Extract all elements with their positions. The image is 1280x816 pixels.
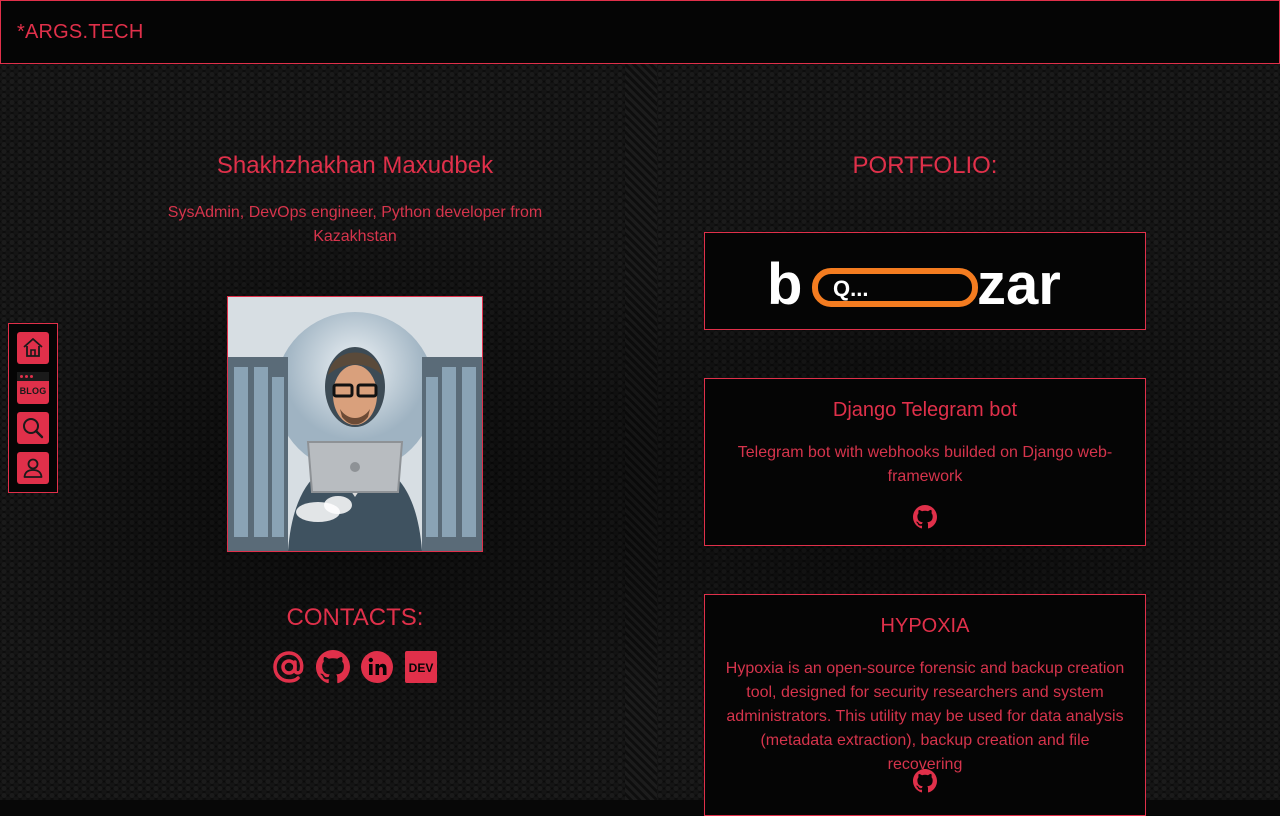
svg-text:Q...: Q... — [833, 276, 868, 301]
top-bar: *ARGS.TECH — [0, 0, 1280, 64]
github-icon — [913, 505, 937, 529]
user-icon — [23, 458, 43, 478]
search-button[interactable] — [17, 412, 49, 444]
home-button[interactable] — [17, 332, 49, 364]
blog-icon — [17, 372, 49, 381]
linkedin-link[interactable] — [359, 649, 395, 685]
github-icon — [316, 650, 350, 684]
project-description: Hypoxia is an open-source forensic and b… — [725, 660, 1125, 773]
home-icon — [23, 338, 43, 357]
search-icon — [23, 418, 44, 439]
project-card-bazar[interactable]: b Q... zar — [704, 232, 1146, 330]
contact-links: DEV — [271, 649, 441, 685]
project-description: Telegram bot with webhooks builded on Dj… — [737, 444, 1113, 485]
email-icon — [273, 651, 304, 683]
svg-text:b: b — [767, 252, 802, 317]
email-link[interactable] — [271, 649, 307, 685]
blog-button[interactable]: BLOG — [17, 372, 49, 404]
dev-icon: DEV — [405, 651, 437, 683]
project-card-telegram-bot: Django Telegram bot Telegram bot with we… — [704, 378, 1146, 546]
project-github-link[interactable] — [913, 505, 937, 529]
profile-button[interactable] — [17, 452, 49, 484]
svg-text:DEV: DEV — [409, 661, 434, 675]
profile-name: Shakhzhakhan Maxudbek — [216, 152, 494, 179]
github-link[interactable] — [315, 649, 351, 685]
linkedin-icon — [361, 651, 393, 683]
project-github-link[interactable] — [913, 769, 937, 793]
bazar-logo: b Q... zar — [767, 252, 1061, 317]
blog-label: BLOG — [19, 386, 47, 396]
project-title: Django Telegram bot — [832, 399, 1018, 421]
contacts-title: CONTACTS: — [286, 604, 424, 631]
side-navigation: BLOG — [8, 323, 58, 493]
dev-link[interactable]: DEV — [403, 649, 439, 685]
svg-text:zar: zar — [977, 252, 1061, 317]
avatar — [228, 297, 482, 551]
project-title: HYPOXIA — [880, 615, 970, 637]
portfolio-title: PORTFOLIO: — [852, 152, 998, 179]
project-card-hypoxia: HYPOXIA Hypoxia is an open-source forens… — [704, 594, 1146, 816]
profile-photo — [227, 296, 483, 552]
github-icon — [913, 769, 937, 793]
brand-logo-link[interactable]: *ARGS.TECH — [17, 21, 143, 44]
profile-bio: SysAdmin, DevOps engineer, Python develo… — [167, 204, 543, 245]
